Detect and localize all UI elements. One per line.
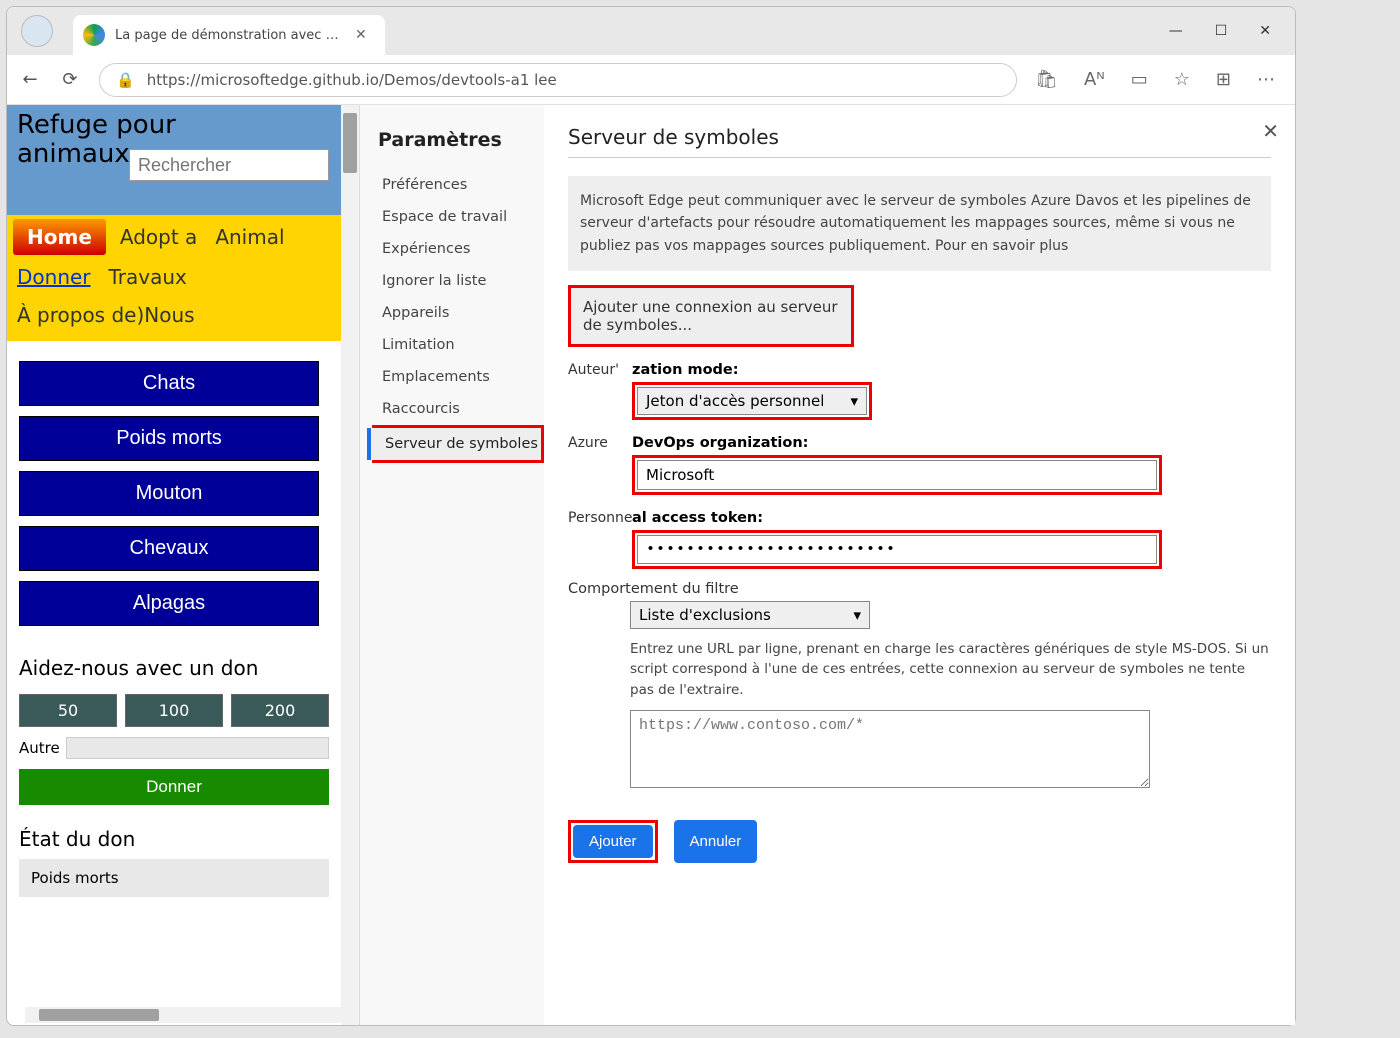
site-title-line2: animaux	[17, 139, 130, 169]
titlebar: La page de démonstration avec accessibil…	[7, 7, 1295, 55]
add-connection-button[interactable]: Ajouter une connexion au serveur de symb…	[571, 288, 851, 344]
favorite-icon[interactable]: ☆	[1174, 69, 1190, 90]
settings-item-shortcuts[interactable]: Raccourcis	[378, 393, 544, 425]
cancel-button[interactable]: Annuler	[674, 820, 758, 863]
add-button[interactable]: Ajouter	[573, 825, 653, 858]
auth-mode-label-right: zation mode:	[632, 362, 739, 378]
filter-label: Comportement du filtre	[568, 581, 1271, 597]
azure-org-input[interactable]	[637, 460, 1157, 490]
settings-item-ignore-list[interactable]: Ignorer la liste	[378, 265, 544, 297]
amount-button[interactable]: 200	[231, 694, 329, 727]
filter-url-textarea[interactable]	[630, 710, 1150, 788]
collections-icon[interactable]: ⊞	[1216, 69, 1231, 90]
category-item[interactable]: Alpagas	[19, 581, 319, 626]
close-window-button[interactable]: ✕	[1259, 23, 1271, 39]
pat-row: Personne al access token:	[568, 507, 1271, 569]
category-item[interactable]: Chats	[19, 361, 319, 406]
azure-org-row: Azure DevOps organization:	[568, 432, 1271, 495]
nav-home[interactable]: Home	[13, 219, 106, 255]
filter-row: Comportement du filtre Liste d'exclusion…	[568, 581, 1271, 629]
settings-sidebar: Paramètres Préférences Espace de travail…	[360, 105, 544, 1025]
nav-animal[interactable]: Animal	[211, 221, 288, 253]
settings-item-throttling[interactable]: Limitation	[378, 329, 544, 361]
pat-label-left: Personne	[568, 508, 626, 526]
nav-apropos[interactable]: À propos de)Nous	[13, 299, 199, 331]
nav-travaux[interactable]: Travaux	[105, 261, 191, 293]
donation-status-title: État du don	[19, 827, 329, 851]
read-aloud-icon[interactable]: Aᴺ	[1084, 69, 1105, 90]
category-item[interactable]: Poids morts	[19, 416, 319, 461]
page-inner: Refuge pour animaux Home Adopt a Animal …	[7, 105, 341, 1025]
donate-section: Aidez-nous avec un don 50 100 200 Autre …	[7, 656, 341, 897]
donate-title: Aidez-nous avec un don	[19, 656, 329, 680]
category-item[interactable]: Mouton	[19, 471, 319, 516]
donation-status-item: Poids morts	[19, 859, 329, 897]
browser-tab[interactable]: La page de démonstration avec accessibil…	[73, 15, 385, 55]
settings-title: Paramètres	[378, 129, 544, 151]
page-horizontal-scrollbar[interactable]	[25, 1007, 341, 1023]
filter-behavior-select[interactable]: Liste d'exclusions	[630, 601, 870, 629]
settings-item-locations[interactable]: Emplacements	[378, 361, 544, 393]
close-settings-icon[interactable]: ✕	[1262, 119, 1279, 143]
minimize-button[interactable]: —	[1169, 23, 1183, 39]
auth-mode-select[interactable]: Jeton d'accès personnel	[637, 387, 867, 415]
settings-item-experiments[interactable]: Expériences	[378, 233, 544, 265]
auth-mode-label-left: Auteur'	[568, 360, 626, 378]
refresh-icon[interactable]: ⟳	[59, 69, 81, 91]
site-title-line1: Refuge pour	[17, 110, 176, 140]
amount-button[interactable]: 50	[19, 694, 117, 727]
donate-button[interactable]: Donner	[19, 769, 329, 805]
pat-label-right: al access token:	[632, 510, 763, 526]
search-input[interactable]	[129, 149, 329, 181]
other-amount-row: Autre	[19, 737, 329, 759]
info-description: Microsoft Edge peut communiquer avec le …	[568, 176, 1271, 271]
nav-adopt[interactable]: Adopt a	[116, 221, 201, 253]
azure-label-left: Azure	[568, 433, 626, 451]
tab-close-icon[interactable]: ✕	[355, 27, 367, 43]
toolbar-right-icons: 🛍 Aᴺ ▭ ☆ ⊞ ⋯	[1035, 69, 1283, 90]
window-controls: — ☐ ✕	[1169, 23, 1295, 39]
maximize-button[interactable]: ☐	[1215, 23, 1228, 39]
more-icon[interactable]: ⋯	[1257, 69, 1275, 90]
amount-row: 50 100 200	[19, 694, 329, 727]
other-amount-input[interactable]	[66, 737, 329, 759]
auth-mode-row: Auteur' zation mode: Jeton d'accès perso…	[568, 359, 1271, 420]
category-item[interactable]: Chevaux	[19, 526, 319, 571]
settings-item-symbol-server[interactable]: Serveur de symboles	[367, 428, 541, 460]
content-area: Refuge pour animaux Home Adopt a Animal …	[7, 105, 1295, 1025]
azure-label-right: DevOps organization:	[632, 435, 809, 451]
settings-main: ✕ Serveur de symboles Microsoft Edge peu…	[544, 105, 1295, 1025]
pat-input[interactable]	[637, 535, 1157, 564]
profile-avatar[interactable]	[21, 15, 53, 47]
devtools-panel: Paramètres Préférences Espace de travail…	[359, 105, 1295, 1025]
page-pane: Refuge pour animaux Home Adopt a Animal …	[7, 105, 359, 1025]
settings-item-preferences[interactable]: Préférences	[378, 169, 544, 201]
address-bar[interactable]: 🔒 https://microsoftedge.github.io/Demos/…	[99, 63, 1017, 97]
settings-item-workspace[interactable]: Espace de travail	[378, 201, 544, 233]
url-text: https://microsoftedge.github.io/Demos/de…	[147, 71, 557, 89]
filter-help-text: Entrez une URL par ligne, prenant en cha…	[630, 639, 1271, 700]
tab-title: La page de démonstration avec accessibil…	[115, 28, 345, 43]
amount-button[interactable]: 100	[125, 694, 223, 727]
nav-donner[interactable]: Donner	[13, 261, 95, 293]
settings-item-devices[interactable]: Appareils	[378, 297, 544, 329]
form-buttons: Ajouter Annuler	[568, 820, 1271, 863]
shopping-icon[interactable]: 🛍	[1035, 69, 1058, 90]
reader-icon[interactable]: ▭	[1131, 69, 1148, 90]
page-title: Serveur de symboles	[568, 125, 1271, 158]
edge-icon	[83, 24, 105, 46]
page-vertical-scrollbar[interactable]	[341, 105, 359, 1025]
back-icon[interactable]: ←	[19, 69, 41, 91]
other-label: Autre	[19, 739, 60, 757]
page-nav: Home Adopt a Animal Donner Travaux À pro…	[7, 215, 341, 341]
browser-toolbar: ← ⟳ 🔒 https://microsoftedge.github.io/De…	[7, 55, 1295, 105]
page-header: Refuge pour animaux	[7, 105, 341, 215]
category-list: Chats Poids morts Mouton Chevaux Alpagas	[7, 341, 341, 656]
lock-icon: 🔒	[116, 71, 135, 89]
browser-window: La page de démonstration avec accessibil…	[6, 6, 1296, 1026]
